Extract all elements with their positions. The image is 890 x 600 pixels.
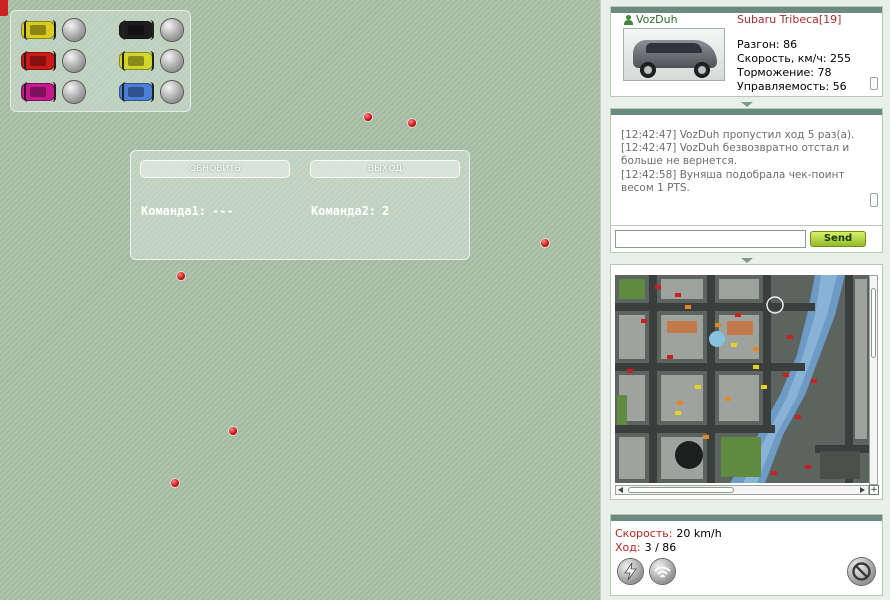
chat-input[interactable] [615, 230, 806, 248]
lightning-icon [624, 562, 637, 581]
ready-ball-icon[interactable] [161, 19, 183, 41]
city-minimap[interactable] [615, 275, 869, 483]
checkpoint-dot[interactable] [171, 479, 179, 487]
user-icon [623, 15, 633, 25]
ready-ball-icon[interactable] [63, 50, 85, 72]
chat-message: [12:42:47] VozDuh безвозвратно отстал и … [621, 142, 850, 168]
chat-log: [12:42:47] VozDuh пропустил ход 5 раз(а)… [621, 129, 866, 195]
send-button[interactable]: Send [810, 231, 866, 247]
panel-header-bar [611, 109, 882, 115]
exit-button[interactable]: ВЫХОД [310, 160, 460, 178]
speed-value: 20 km/h [676, 527, 722, 540]
car-slot-3[interactable] [21, 49, 91, 73]
checkpoint-dot[interactable] [229, 427, 237, 435]
chat-panel: [12:42:47] VozDuh пропустил ход 5 раз(а)… [610, 108, 883, 253]
chat-divider [611, 225, 882, 226]
team1-label: Команда1: [141, 204, 207, 218]
team2-label: Команда2: [311, 204, 377, 218]
stat-handling: Управляемость: 56 [737, 80, 847, 93]
car-magenta-icon[interactable] [21, 82, 56, 102]
car-red-icon[interactable] [21, 51, 56, 71]
signal-button[interactable] [650, 559, 675, 584]
collapse-arrow-icon[interactable] [741, 258, 753, 263]
chat-message: [12:42:58] Вуняша подобрала чек-поинт ве… [621, 168, 845, 194]
stat-braking: Торможение: 78 [737, 66, 832, 79]
chat-scrollbar[interactable] [870, 193, 878, 207]
checkpoint-dot[interactable] [408, 119, 416, 127]
car-slot-4[interactable] [119, 49, 189, 73]
team1-value: --- [212, 204, 234, 218]
car-name: Subaru Tribeca[19] [737, 13, 842, 26]
sidebar: VozDuh Subaru Tribeca[19] Разгон: 86 Ско… [600, 0, 890, 600]
minimap-panel: + [610, 264, 883, 500]
refresh-button[interactable]: ОБНОВИТЬ [140, 160, 290, 178]
game-field[interactable]: ОБНОВИТЬ ВЫХОД Команда1: --- Команда2: 2 [0, 0, 600, 600]
team1-info: Команда1: --- [141, 204, 234, 218]
collapse-arrow-icon[interactable] [741, 102, 753, 107]
player-panel: VozDuh Subaru Tribeca[19] Разгон: 86 Ско… [610, 6, 883, 97]
team-dialog: ОБНОВИТЬ ВЫХОД Команда1: --- Команда2: 2 [130, 150, 470, 260]
checkpoint-dot[interactable] [541, 239, 549, 247]
ready-ball-icon[interactable] [161, 81, 183, 103]
speed-label: Скорость: [615, 527, 673, 540]
panel-header-bar [611, 515, 882, 521]
stat-acceleration: Разгон: 86 [737, 38, 798, 51]
team2-info: Команда2: 2 [311, 204, 389, 218]
minimap-horizontal-scrollbar[interactable] [615, 485, 869, 495]
car-photo [623, 28, 725, 81]
corner-marker [0, 0, 8, 16]
car-lime-icon[interactable] [119, 51, 154, 71]
city-map-graphic [615, 275, 869, 483]
scroll-left-arrow-icon[interactable] [618, 487, 623, 493]
car-slot-6[interactable] [119, 80, 189, 104]
car-slot-5[interactable] [21, 80, 91, 104]
team2-value: 2 [382, 204, 390, 218]
zoom-plus-icon[interactable]: + [869, 485, 879, 495]
status-panel: Скорость: 20 km/h Ход: 3 / 86 [610, 514, 883, 596]
minimap-vertical-scrollbar[interactable] [869, 275, 878, 485]
turn-value: 3 / 86 [644, 541, 677, 554]
speed-info: Скорость: 20 km/h [615, 527, 722, 540]
car-slot-1[interactable] [21, 18, 91, 42]
nitro-button[interactable] [618, 559, 643, 584]
car-yellow-icon[interactable] [21, 20, 56, 40]
cars-panel [10, 10, 191, 112]
stat-speed: Скорость, км/ч: 255 [737, 52, 852, 65]
scroll-right-arrow-icon[interactable] [860, 487, 865, 493]
turn-label: Ход: [615, 541, 641, 554]
car-slot-2[interactable] [119, 18, 189, 42]
chat-message: [12:42:47] VozDuh пропустил ход 5 раз(а)… [621, 129, 855, 141]
ready-ball-icon[interactable] [63, 81, 85, 103]
cancel-button[interactable] [848, 558, 875, 585]
car-black-icon[interactable] [119, 20, 154, 40]
ready-ball-icon[interactable] [63, 19, 85, 41]
car-blue-icon[interactable] [119, 82, 154, 102]
ready-ball-icon[interactable] [161, 50, 183, 72]
player-nick[interactable]: VozDuh [636, 13, 678, 26]
wifi-icon [654, 566, 671, 578]
turn-info: Ход: 3 / 86 [615, 541, 676, 554]
stats-scrollbar[interactable] [870, 77, 878, 90]
checkpoint-dot[interactable] [364, 113, 372, 121]
forbidden-icon [852, 562, 871, 581]
scroll-thumb[interactable] [628, 487, 734, 493]
checkpoint-dot[interactable] [177, 272, 185, 280]
